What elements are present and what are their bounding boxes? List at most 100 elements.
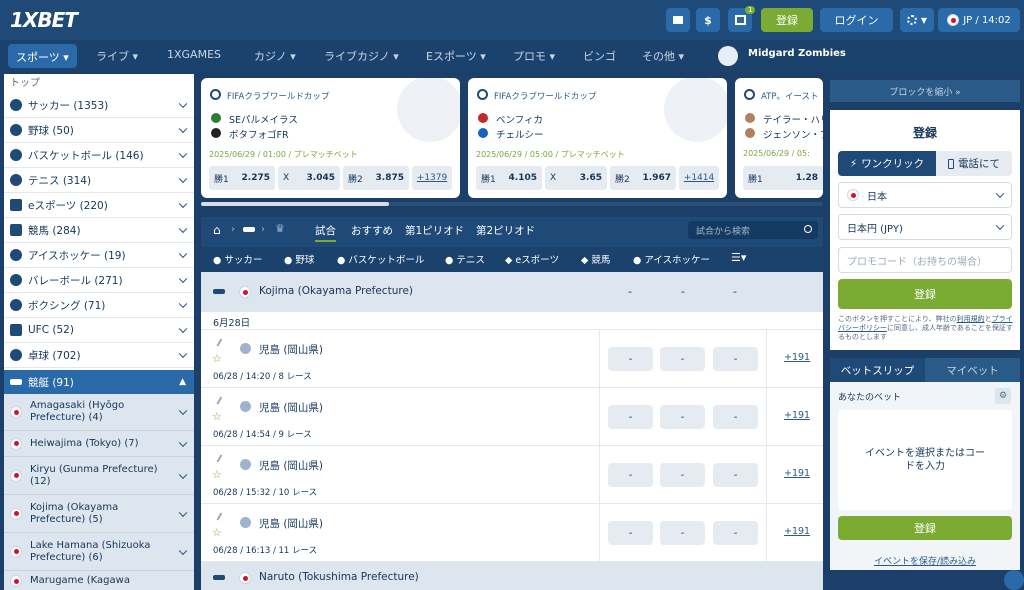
- chevron-down-icon[interactable]: [178, 299, 188, 309]
- currency-select[interactable]: 日本円 (JPY): [838, 214, 1012, 240]
- odds-button-1[interactable]: -: [608, 347, 653, 371]
- collapse-block-button[interactable]: ブロックを縮小 »: [830, 80, 1020, 102]
- sidebar-item-volleyball[interactable]: バレーボール (271): [4, 268, 194, 293]
- odds-button-1[interactable]: -: [608, 463, 653, 487]
- favorite-star-icon[interactable]: ☆: [212, 410, 222, 423]
- chevron-down-icon[interactable]: [178, 149, 188, 159]
- odds-button-2[interactable]: 勝2 1.967: [610, 166, 676, 190]
- chevron-down-icon[interactable]: [178, 349, 188, 359]
- chevron-down-icon[interactable]: [178, 124, 188, 134]
- favorite-star-icon[interactable]: ☆: [212, 526, 222, 539]
- chevron-down-icon[interactable]: [178, 99, 188, 109]
- trophy-icon[interactable]: ♛: [275, 222, 285, 235]
- chevron-down-icon[interactable]: [178, 508, 188, 517]
- tab-betslip[interactable]: ベットスリップ: [830, 358, 925, 382]
- sidebar-item-baseball[interactable]: 野球 (50): [4, 118, 194, 143]
- chevron-down-icon[interactable]: [178, 274, 188, 284]
- filter-baseball[interactable]: ● 野球: [284, 252, 314, 266]
- logo[interactable]: 1XBET: [10, 8, 78, 32]
- odds-button-x[interactable]: X 3.045: [278, 166, 340, 190]
- card-league[interactable]: ATP。イースト: [761, 90, 819, 102]
- sidebar-item-tennis[interactable]: テニス (314): [4, 168, 194, 193]
- nav-sports[interactable]: スポーツ ▾: [8, 44, 77, 68]
- filter-esports[interactable]: ◆ eスポーツ: [505, 252, 559, 266]
- chevron-down-icon[interactable]: [178, 438, 188, 447]
- nav-live-casino[interactable]: ライブカジノ ▾: [324, 48, 399, 64]
- cards-scrollbar-thumb[interactable]: [201, 202, 389, 206]
- menu-icon[interactable]: ☰▾: [731, 251, 746, 264]
- event-row[interactable]: ☆ 児島 (岡山県) 06/28 / 15:32 / 10 レース - - - …: [201, 446, 823, 504]
- live-screen-button[interactable]: [666, 8, 690, 32]
- nav-bingo[interactable]: ビンゴ: [583, 48, 616, 64]
- event-card[interactable]: FIFAクラブワールドカップ ☆ SEパルメイラス ボタフォゴFR 2025/0…: [201, 78, 460, 198]
- betslip-settings-gear-icon[interactable]: ⚙: [995, 388, 1011, 404]
- nav-more[interactable]: その他 ▾: [642, 48, 684, 64]
- group-header[interactable]: Naruto (Tokushima Prefecture): [201, 562, 823, 590]
- group-header[interactable]: Kojima (Okayama Prefecture) - - -: [201, 272, 823, 312]
- chat-bubble-icon[interactable]: [1004, 570, 1024, 590]
- one-click-tab[interactable]: ⚡ ワンクリック: [838, 151, 936, 176]
- chevron-down-icon[interactable]: [178, 199, 188, 209]
- odds-button-x[interactable]: -: [660, 521, 705, 545]
- odds-button-1[interactable]: -: [608, 405, 653, 429]
- sidebar-item-basketball[interactable]: バスケットボール (146): [4, 143, 194, 168]
- more-markets-link[interactable]: +191: [784, 410, 810, 421]
- match-search-input[interactable]: 試合から検索: [688, 221, 818, 239]
- search-icon[interactable]: [804, 225, 812, 233]
- nav-casino[interactable]: カジノ ▾: [254, 48, 296, 64]
- favorite-star-icon[interactable]: ☆: [212, 352, 222, 365]
- register-submit-button[interactable]: 登録: [838, 279, 1012, 309]
- home-icon[interactable]: ⌂: [213, 223, 221, 237]
- more-markets-button[interactable]: +1414: [679, 166, 719, 190]
- event-card[interactable]: ATP。イースト テイラー・ハリ ジェンソン・ブ 2025/06/29 / 05…: [735, 78, 823, 198]
- event-row[interactable]: ☆ 児島 (岡山県) 06/28 / 16:13 / 11 レース - - - …: [201, 504, 823, 562]
- pin-icon[interactable]: [216, 512, 228, 524]
- pin-icon[interactable]: [216, 396, 228, 408]
- sidebar-subitem-lake-hamana[interactable]: Lake Hamana (Shizuoka Prefecture) (6): [4, 533, 194, 571]
- sidebar-item-ufc[interactable]: UFC (52): [4, 318, 194, 343]
- locale-time-button[interactable]: JP / 14:02: [938, 8, 1020, 32]
- event-name[interactable]: 児島 (岡山県): [259, 458, 323, 473]
- sidebar-subitem-kojima[interactable]: Kojima (Okayama Prefecture) (5): [4, 495, 194, 533]
- cards-scrollbar-track[interactable]: [201, 202, 823, 206]
- filter-basketball[interactable]: ● バスケットボール: [337, 252, 424, 266]
- chevron-down-icon[interactable]: [178, 324, 188, 334]
- odds-button-1[interactable]: 勝1 4.105: [476, 166, 542, 190]
- event-row[interactable]: ☆ 児島 (岡山県) 06/28 / 14:54 / 9 レース - - - +…: [201, 388, 823, 446]
- card-league[interactable]: FIFAクラブワールドカップ: [494, 90, 596, 102]
- odds-button-2[interactable]: -: [713, 347, 758, 371]
- header-login-button[interactable]: ログイン: [820, 8, 893, 32]
- sidebar-subitem-heiwajima[interactable]: Heiwajima (Tokyo) (7): [4, 431, 194, 457]
- sidebar-item-horse-racing[interactable]: 競馬 (284): [4, 218, 194, 243]
- tab-first-period[interactable]: 第1ピリオド: [405, 223, 464, 238]
- filter-tennis[interactable]: ● テニス: [445, 252, 485, 266]
- tab-recommended[interactable]: おすすめ: [351, 223, 393, 238]
- odds-button-1[interactable]: 勝1 2.275: [209, 166, 275, 190]
- odds-button-1[interactable]: 勝1 1.28: [743, 166, 823, 190]
- sidebar-item-boxing[interactable]: ボクシング (71): [4, 293, 194, 318]
- filter-ice-hockey[interactable]: ● アイスホッケー: [633, 252, 710, 266]
- sidebar-item-esports[interactable]: eスポーツ (220): [4, 193, 194, 218]
- more-markets-link[interactable]: +191: [784, 468, 810, 479]
- odds-button-2[interactable]: 勝2 3.875: [343, 166, 409, 190]
- more-markets-link[interactable]: +191: [784, 526, 810, 537]
- odds-button-2[interactable]: -: [713, 463, 758, 487]
- nav-esports[interactable]: Eスポーツ ▾: [426, 48, 486, 64]
- event-name[interactable]: 児島 (岡山県): [259, 400, 323, 415]
- promo-code-input[interactable]: プロモコード（お持ちの場合）: [838, 247, 1012, 273]
- pin-icon[interactable]: [216, 454, 228, 466]
- sidebar-subitem-amagasaki[interactable]: Amagasaki (Hyōgo Prefecture) (4): [4, 394, 194, 431]
- sidebar-item-ice-hockey[interactable]: アイスホッケー (19): [4, 243, 194, 268]
- filter-soccer[interactable]: ● サッカー: [213, 252, 262, 266]
- terms-link[interactable]: 利用規約: [957, 315, 985, 323]
- header-register-button[interactable]: 登録: [761, 8, 813, 32]
- odds-button-2[interactable]: -: [713, 405, 758, 429]
- chevron-down-icon[interactable]: [178, 406, 188, 416]
- filter-horse-racing[interactable]: ◆ 競馬: [581, 252, 610, 266]
- nav-promo[interactable]: プロモ ▾: [513, 48, 555, 64]
- sidebar-item-table-tennis[interactable]: 卓球 (702): [4, 343, 194, 368]
- nav-live[interactable]: ライブ ▾: [96, 48, 138, 64]
- chevron-up-icon[interactable]: ▲: [179, 377, 186, 387]
- favorite-star-icon[interactable]: ☆: [212, 468, 222, 481]
- odds-button-x[interactable]: -: [660, 347, 705, 371]
